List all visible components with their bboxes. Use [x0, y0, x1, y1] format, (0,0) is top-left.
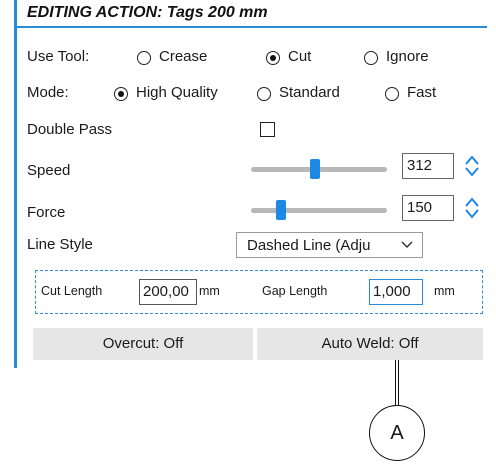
double-pass-checkbox[interactable]	[260, 122, 275, 137]
line-style-selected: Dashed Line (Adju	[247, 237, 371, 254]
line-style-dropdown[interactable]: Dashed Line (Adju	[236, 232, 423, 258]
mode-label: Mode:	[27, 84, 69, 101]
dashed-line-settings-group: Cut Length 200,00 mm Gap Length 1,000 mm	[35, 270, 483, 314]
mode-row: Mode: High Quality Standard Fast	[17, 80, 487, 106]
use-tool-row: Use Tool: Crease Cut Ignore	[17, 44, 487, 70]
radio-fast-label[interactable]: Fast	[407, 84, 436, 101]
overcut-button[interactable]: Overcut: Off	[33, 328, 253, 360]
speed-value-field[interactable]: 312	[402, 153, 454, 179]
cut-length-unit: mm	[199, 284, 220, 298]
force-slider-track[interactable]	[251, 208, 387, 213]
radio-standard-label[interactable]: Standard	[279, 84, 340, 101]
speed-row: Speed 312	[17, 153, 487, 179]
radio-crease-label[interactable]: Crease	[159, 48, 207, 65]
speed-spin-icon[interactable]	[465, 155, 479, 177]
line-style-label: Line Style	[27, 236, 93, 253]
radio-high-quality[interactable]	[114, 87, 128, 101]
radio-high-quality-label[interactable]: High Quality	[136, 84, 218, 101]
gap-length-unit: mm	[434, 284, 455, 298]
radio-crease[interactable]	[137, 51, 151, 65]
force-slider-thumb[interactable]	[275, 200, 286, 220]
force-label: Force	[27, 204, 66, 221]
line-style-row: Line Style Dashed Line (Adju	[17, 232, 487, 258]
radio-ignore[interactable]	[364, 51, 378, 65]
force-value-field[interactable]: 150	[402, 195, 454, 221]
cut-length-label: Cut Length	[41, 284, 103, 298]
radio-fast[interactable]	[385, 87, 399, 101]
panel-header: EDITING ACTION: Tags 200 mm	[17, 0, 487, 28]
radio-cut-label[interactable]: Cut	[288, 48, 311, 65]
cut-length-field[interactable]: 200,00	[139, 279, 197, 305]
auto-weld-button[interactable]: Auto Weld: Off	[257, 328, 483, 360]
radio-ignore-label[interactable]: Ignore	[386, 48, 429, 65]
force-spin-icon[interactable]	[465, 197, 479, 219]
double-pass-row: Double Pass	[17, 117, 487, 143]
gap-length-label: Gap Length	[262, 284, 328, 298]
chevron-down-icon	[401, 241, 413, 249]
use-tool-label: Use Tool:	[27, 48, 90, 65]
callout-pointer-line	[395, 360, 399, 408]
speed-slider-thumb[interactable]	[309, 159, 320, 179]
panel-title: EDITING ACTION: Tags 200 mm	[27, 4, 268, 21]
speed-label: Speed	[27, 162, 71, 179]
editing-action-panel: EDITING ACTION: Tags 200 mm Use Tool: Cr…	[14, 0, 496, 368]
callout-marker: A	[369, 405, 425, 461]
gap-length-field[interactable]: 1,000	[369, 279, 423, 305]
radio-standard[interactable]	[257, 87, 271, 101]
radio-cut[interactable]	[266, 51, 280, 65]
double-pass-label: Double Pass	[27, 121, 113, 138]
force-row: Force 150	[17, 195, 487, 221]
